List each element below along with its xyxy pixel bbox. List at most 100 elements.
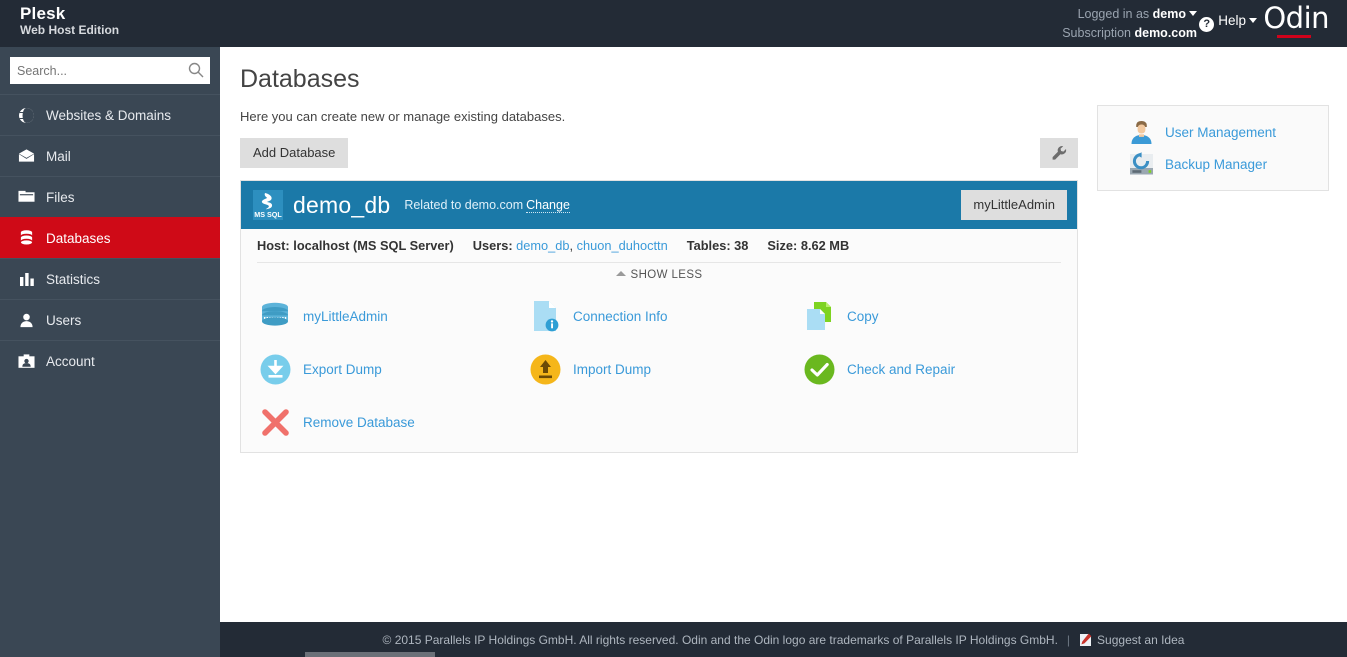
action-copy[interactable]: Copy [803,300,879,332]
database-actions: myLittleAdmin Connection Info [241,292,1077,452]
sidebar-item-mail[interactable]: Mail [0,135,220,176]
add-database-button[interactable]: Add Database [240,138,348,168]
check-circle-icon [803,353,835,385]
size-label: Size: [767,238,797,253]
tables-label: Tables: [687,238,731,253]
logged-in-row[interactable]: Logged in as demo [1062,5,1197,24]
database-info-row: Host: localhost (MS SQL Server) Users: d… [241,229,1077,262]
sidebar-item-users[interactable]: Users [0,299,220,340]
size-info: Size: 8.62 MB [767,238,849,253]
change-link[interactable]: Change [526,198,570,213]
database-card: MS SQL demo_db Related to demo.comChange… [240,180,1078,453]
related-label: Related to demo.com [404,198,523,212]
odin-logo-underline [1277,35,1311,38]
sidebar-item-label: Account [46,354,95,369]
question-mark-icon: ? [1199,17,1214,32]
action-label: Check and Repair [847,362,955,377]
wrench-icon [1051,145,1068,162]
copy-documents-icon [803,300,835,332]
scrollbar-thumb[interactable] [305,652,435,657]
users-label: Users: [473,238,513,253]
action-connection-info[interactable]: Connection Info [529,300,668,332]
action-export-dump[interactable]: Export Dump [259,353,382,385]
svg-text:MS SQL: MS SQL [254,210,282,219]
database-icon [18,230,35,247]
chevron-up-icon [616,271,626,276]
search-input[interactable] [10,57,210,84]
red-x-icon [259,406,291,438]
sidebar-item-label: Databases [46,231,111,246]
subscription-row: Subscription demo.com [1062,24,1197,43]
action-import-dump[interactable]: Import Dump [529,353,651,385]
odin-logo: Odin [1263,4,1329,38]
action-label: Export Dump [303,362,382,377]
action-label: Connection Info [573,309,668,324]
help-menu[interactable]: ? Help [1199,13,1257,32]
ms-sql-icon: MS SQL [253,190,283,220]
search-icon[interactable] [188,62,204,78]
show-less-label: SHOW LESS [631,269,703,281]
action-check-and-repair[interactable]: Check and Repair [803,353,955,385]
suggest-an-idea-link[interactable]: Suggest an Idea [1079,633,1184,647]
envelope-icon [18,148,35,165]
horizontal-scrollbar[interactable] [220,651,1347,657]
database-card-header: MS SQL demo_db Related to demo.comChange… [241,181,1077,229]
suggest-label: Suggest an Idea [1097,633,1184,647]
bar-chart-icon [18,271,35,288]
sidebar-item-files[interactable]: Files [0,176,220,217]
tool-user-management[interactable]: User Management [1098,116,1328,148]
mylittleadmin-button[interactable]: myLittleAdmin [961,190,1067,220]
action-label: Import Dump [573,362,651,377]
id-card-icon [18,353,35,370]
tables-info: Tables: 38 [687,238,749,253]
sidebar-item-account[interactable]: Account [0,340,220,381]
sidebar-item-databases[interactable]: Databases [0,217,220,258]
top-header: Plesk Web Host Edition Logged in as demo… [0,0,1347,47]
note-pen-icon [1079,633,1092,647]
backup-drive-icon [1128,151,1154,177]
subscription-label: Subscription [1062,26,1131,40]
help-label: Help [1218,13,1246,28]
sidebar: Websites & Domains Mail Files [0,47,220,657]
tool-label: User Management [1165,125,1276,140]
sidebar-item-statistics[interactable]: Statistics [0,258,220,299]
user-link[interactable]: demo_db [516,238,569,253]
action-mylittleadmin[interactable]: myLittleAdmin [259,300,388,332]
page-title: Databases [240,65,360,94]
sidebar-item-label: Mail [46,149,71,164]
account-info: Logged in as demo Subscription demo.com [1062,5,1197,44]
database-cylinder-icon [259,300,291,332]
tools-button[interactable] [1040,138,1078,168]
odin-logo-text: Odin [1263,4,1329,33]
download-circle-icon [259,353,291,385]
host-label: Host: [257,238,290,253]
show-less-row: SHOW LESS [241,262,1077,292]
user-link[interactable]: chuon_duhocttn [577,238,668,253]
search-wrapper [0,47,220,94]
action-label: Copy [847,309,879,324]
document-info-icon [529,300,561,332]
search-box[interactable] [10,57,210,84]
folder-icon [18,189,35,206]
sidebar-item-websites-domains[interactable]: Websites & Domains [0,94,220,135]
action-remove-database[interactable]: Remove Database [259,406,415,438]
logged-in-user[interactable]: demo [1153,7,1186,21]
host-value: localhost (MS SQL Server) [293,238,453,253]
tool-panel: User Management Backup Manager [1097,105,1329,191]
tool-backup-manager[interactable]: Backup Manager [1098,148,1328,180]
brand-subtitle: Web Host Edition [20,24,119,38]
page-description: Here you can create new or manage existi… [240,109,565,124]
chevron-down-icon[interactable] [1249,18,1257,23]
show-less-toggle[interactable]: SHOW LESS [241,269,1077,281]
main-content: Databases Here you can create new or man… [220,47,1347,622]
footer-copyright: © 2015 Parallels IP Holdings GmbH. All r… [383,633,1058,647]
footer-separator: | [1067,633,1070,647]
chevron-down-icon[interactable] [1189,11,1197,16]
database-relation: Related to demo.comChange [404,198,570,212]
action-label: Remove Database [303,415,415,430]
sidebar-item-label: Users [46,313,81,328]
brand-name: Plesk [20,4,119,24]
sidebar-item-label: Files [46,190,75,205]
user-icon [18,312,35,329]
logged-in-label: Logged in as [1078,7,1150,21]
